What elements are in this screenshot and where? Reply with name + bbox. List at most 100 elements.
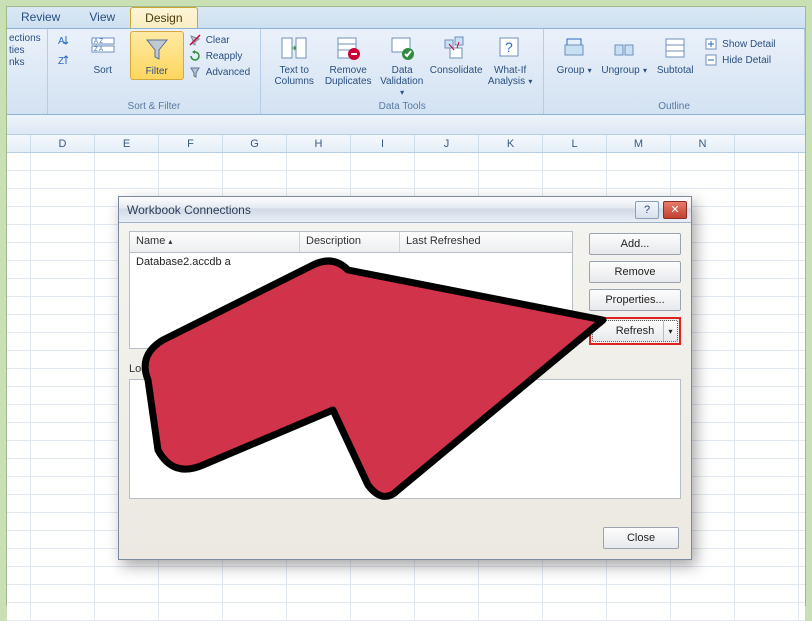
- properties-button[interactable]: Properties...: [589, 289, 681, 311]
- workbook-connections-dialog: Workbook Connections ? ✕ Name ▴ Descript…: [118, 196, 692, 560]
- col-name[interactable]: Name ▴: [130, 232, 300, 252]
- advanced-icon: [188, 65, 202, 79]
- col-h[interactable]: L: [543, 135, 607, 152]
- list-item[interactable]: Database2.accdb a: [136, 256, 566, 268]
- col-h[interactable]: K: [479, 135, 543, 152]
- col-h-blank: [7, 135, 31, 152]
- chevron-down-icon: ▾: [641, 66, 647, 75]
- col-h[interactable]: D: [31, 135, 95, 152]
- chevron-down-icon: ▾: [585, 66, 591, 75]
- advanced-button[interactable]: Advanced: [188, 65, 250, 79]
- ungroup-label: Ungroup ▾: [601, 65, 647, 76]
- group-icon: [559, 33, 589, 63]
- reapply-button[interactable]: Reapply: [188, 49, 250, 63]
- sort-filter-group-label: Sort & Filter: [54, 101, 254, 114]
- sort-desc-button[interactable]: Z: [58, 53, 72, 67]
- add-button[interactable]: Add...: [589, 233, 681, 255]
- col-h[interactable]: F: [159, 135, 223, 152]
- col-h[interactable]: H: [287, 135, 351, 152]
- col-h[interactable]: I: [351, 135, 415, 152]
- close-icon[interactable]: ✕: [663, 201, 687, 219]
- svg-text:A Z: A Z: [94, 39, 103, 45]
- close-button[interactable]: Close: [603, 527, 679, 549]
- outline-group-label: Outline: [550, 101, 798, 114]
- clear-button[interactable]: Clear: [188, 33, 250, 47]
- ungroup-button[interactable]: Ungroup ▾: [598, 31, 650, 78]
- locations-label: Locations where: [129, 363, 573, 375]
- sort-button[interactable]: A Z Z A Sort: [76, 31, 130, 78]
- svg-text:Z: Z: [58, 56, 64, 67]
- properties-item[interactable]: ties: [9, 45, 41, 56]
- help-button[interactable]: ?: [635, 201, 659, 219]
- chevron-down-icon: ▾: [526, 77, 532, 86]
- plus-icon: [704, 37, 718, 51]
- svg-text:?: ?: [505, 39, 513, 55]
- text-to-columns-icon: [279, 33, 309, 63]
- col-description[interactable]: Description: [300, 232, 400, 252]
- tab-view[interactable]: View: [75, 7, 130, 28]
- consolidate-button[interactable]: Consolidate: [429, 31, 483, 78]
- data-validation-icon: [387, 33, 417, 63]
- subtotal-icon: [660, 33, 690, 63]
- remove-duplicates-label: Remove Duplicates: [325, 65, 372, 87]
- remove-duplicates-button[interactable]: Remove Duplicates: [321, 31, 375, 89]
- whatif-icon: ?: [495, 33, 525, 63]
- filter-button[interactable]: Filter: [130, 31, 184, 80]
- clear-label: Clear: [206, 35, 230, 46]
- connections-list-header: Name ▴ Description Last Refreshed: [129, 231, 573, 253]
- formula-bar-area: [7, 115, 805, 135]
- connections-list[interactable]: Database2.accdb a: [129, 253, 573, 349]
- filter-label: Filter: [146, 66, 168, 77]
- sort-asc-icon: A: [58, 33, 72, 47]
- locations-list[interactable]: [129, 379, 681, 499]
- clear-icon: [188, 33, 202, 47]
- whatif-label: What-If Analysis ▾: [488, 65, 533, 87]
- subtotal-label: Subtotal: [657, 65, 694, 76]
- sort-desc-icon: Z: [58, 53, 72, 67]
- refresh-button[interactable]: Refresh ▾: [592, 320, 678, 342]
- col-h[interactable]: M: [607, 135, 671, 152]
- hide-detail-label: Hide Detail: [722, 55, 771, 66]
- col-h[interactable]: J: [415, 135, 479, 152]
- chevron-down-icon: ▾: [400, 88, 404, 97]
- dialog-titlebar[interactable]: Workbook Connections ? ✕: [119, 197, 691, 223]
- tab-review[interactable]: Review: [7, 7, 75, 28]
- hide-detail-button[interactable]: Hide Detail: [704, 53, 775, 67]
- svg-text:Z A: Z A: [94, 47, 103, 53]
- consolidate-icon: [441, 33, 471, 63]
- tab-design[interactable]: Design: [130, 7, 197, 28]
- group-label: Group ▾: [557, 65, 592, 76]
- sort-asc-button[interactable]: A: [58, 33, 72, 47]
- col-h[interactable]: N: [671, 135, 735, 152]
- reapply-icon: [188, 49, 202, 63]
- remove-button[interactable]: Remove: [589, 261, 681, 283]
- data-validation-button[interactable]: Data Validation ▾: [375, 31, 429, 100]
- text-to-columns-label: Text to Columns: [274, 65, 313, 87]
- dialog-title: Workbook Connections: [127, 203, 251, 217]
- text-to-columns-button[interactable]: Text to Columns: [267, 31, 321, 89]
- advanced-label: Advanced: [206, 67, 250, 78]
- refresh-label: Refresh: [616, 325, 655, 337]
- reapply-label: Reapply: [206, 51, 243, 62]
- col-last-refreshed[interactable]: Last Refreshed: [400, 232, 572, 252]
- chevron-down-icon[interactable]: ▾: [663, 321, 677, 341]
- edit-links-item[interactable]: nks: [9, 57, 41, 68]
- ungroup-icon: [609, 33, 639, 63]
- connections-item[interactable]: ections: [9, 33, 41, 44]
- ribbon-tabs: Review View Design: [7, 7, 805, 29]
- whatif-button[interactable]: ? What-If Analysis ▾: [483, 31, 537, 89]
- remove-duplicates-icon: [333, 33, 363, 63]
- data-tools-group-label: Data Tools: [267, 101, 537, 114]
- column-headers: D E F G H I J K L M N: [7, 135, 805, 153]
- col-h[interactable]: E: [95, 135, 159, 152]
- show-detail-button[interactable]: Show Detail: [704, 37, 775, 51]
- col-h[interactable]: G: [223, 135, 287, 152]
- subtotal-button[interactable]: Subtotal: [650, 31, 700, 78]
- refresh-highlight: Refresh ▾: [589, 317, 681, 345]
- consolidate-label: Consolidate: [430, 65, 483, 76]
- show-detail-label: Show Detail: [722, 39, 775, 50]
- filter-icon: [142, 34, 172, 64]
- group-button[interactable]: Group ▾: [550, 31, 598, 78]
- sort-icon: A Z Z A: [88, 33, 118, 63]
- sort-label: Sort: [94, 65, 112, 76]
